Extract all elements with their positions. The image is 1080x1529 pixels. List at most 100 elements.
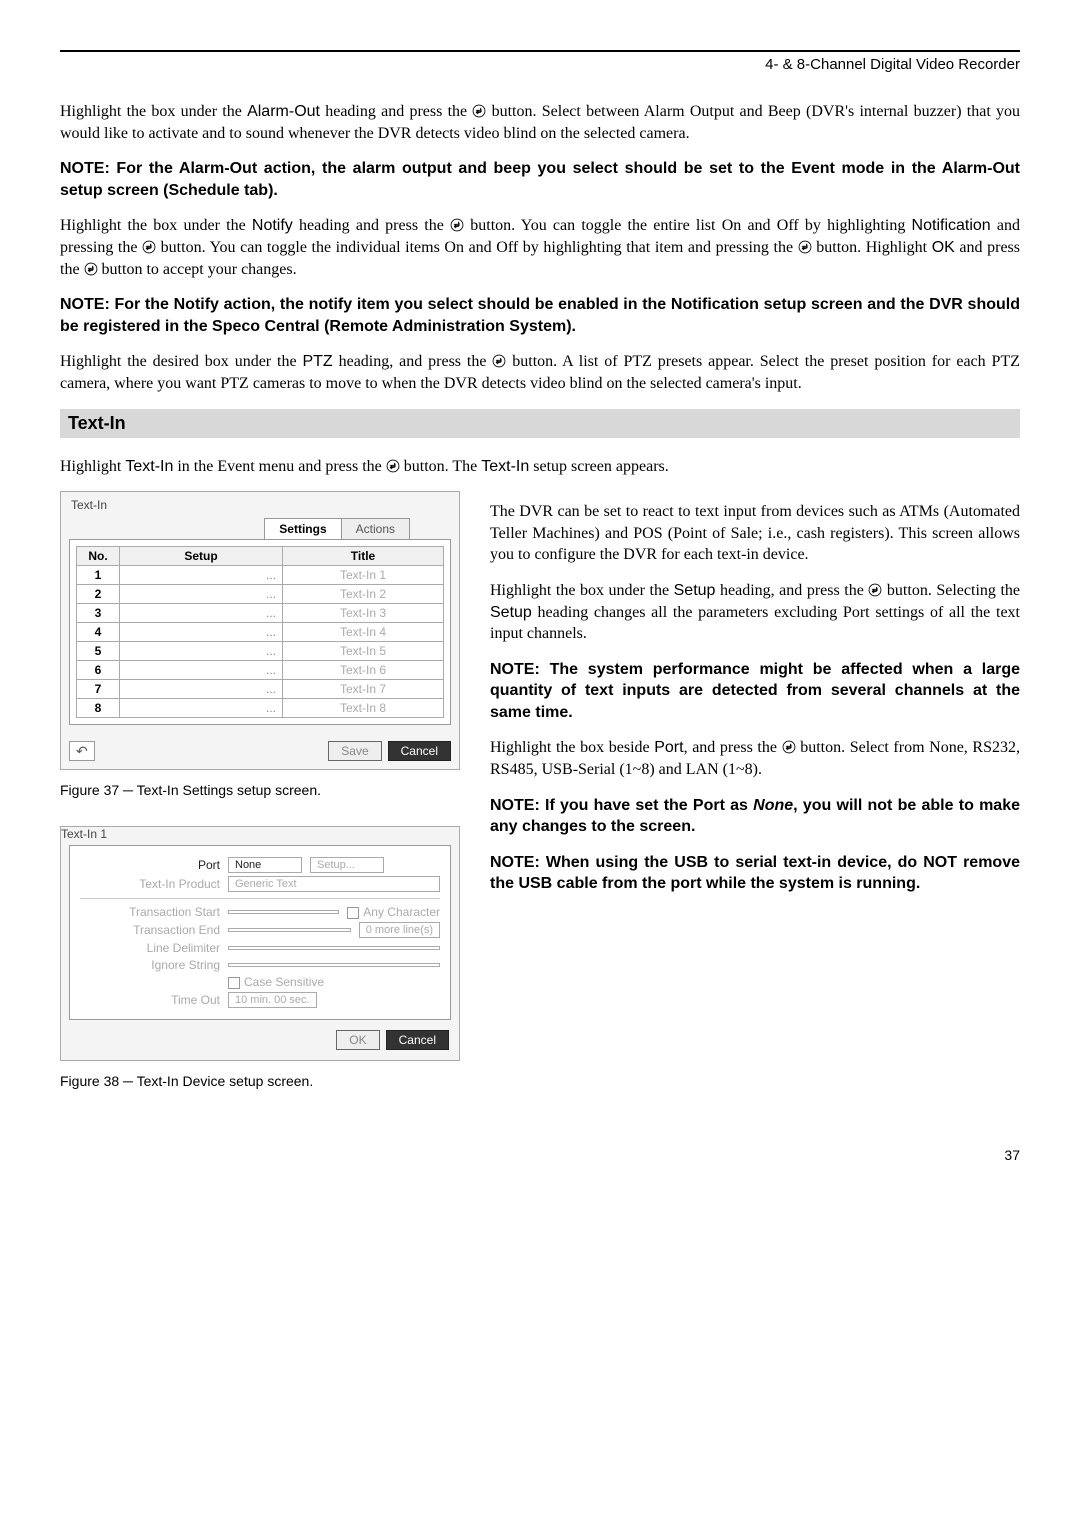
figure-38-caption: Figure 38 ─ Text-In Device setup screen. [60, 1073, 460, 1089]
transaction-start-label: Transaction Start [80, 905, 220, 919]
divider [80, 898, 440, 899]
enter-icon [868, 583, 882, 597]
row-no: 1 [77, 566, 120, 585]
row-setup[interactable]: ... [120, 585, 283, 604]
ignore-string-input[interactable] [228, 963, 440, 967]
row-setup[interactable]: ... [120, 680, 283, 699]
row-no: 4 [77, 623, 120, 642]
tab-settings[interactable]: Settings [264, 518, 341, 539]
row-setup[interactable]: ... [120, 566, 283, 585]
table-row: 6...Text-In 6 [77, 661, 444, 680]
ptz-label: PTZ [302, 353, 332, 370]
product-select[interactable]: Generic Text [228, 876, 440, 892]
row-title[interactable]: Text-In 2 [283, 585, 444, 604]
note-performance: NOTE: The system performance might be af… [490, 659, 1020, 724]
product-label: Text-In Product [80, 877, 220, 891]
cancel-button[interactable]: Cancel [388, 741, 451, 761]
row-setup[interactable]: ... [120, 661, 283, 680]
text: button. The [400, 458, 481, 475]
paragraph-dvr-react: The DVR can be set to react to text inpu… [490, 501, 1020, 566]
ok-button[interactable]: OK [336, 1030, 379, 1050]
paragraph-ptz: Highlight the desired box under the PTZ … [60, 351, 1020, 394]
port-select[interactable]: None [228, 857, 302, 873]
table-row: 2...Text-In 2 [77, 585, 444, 604]
paragraph-notify: Highlight the box under the Notify headi… [60, 215, 1020, 280]
row-title[interactable]: Text-In 6 [283, 661, 444, 680]
tab-actions[interactable]: Actions [341, 518, 410, 539]
transaction-start-input[interactable] [228, 910, 339, 914]
text-in-label: Text-In [125, 458, 173, 475]
text: NOTE: If you have set the Port as [490, 797, 753, 814]
row-setup[interactable]: ... [120, 699, 283, 718]
row-title[interactable]: Text-In 4 [283, 623, 444, 642]
none-italic: None [753, 797, 793, 814]
paragraph-alarm-out: Highlight the box under the Alarm-Out he… [60, 101, 1020, 144]
enter-icon [492, 354, 506, 368]
ok-label: OK [932, 239, 955, 256]
setup-label: Setup [490, 604, 532, 621]
textin-settings-screenshot: Text-In Settings Actions No. Setup Title [60, 491, 460, 770]
paragraph-port: Highlight the box beside Port, and press… [490, 737, 1020, 780]
timeout-label: Time Out [80, 993, 220, 1007]
any-character-checkbox[interactable] [347, 907, 359, 919]
text: button to accept your changes. [98, 261, 297, 278]
table-row: 7...Text-In 7 [77, 680, 444, 699]
header-rule [60, 50, 1020, 52]
setup-button[interactable]: Setup... [310, 857, 384, 873]
col-setup[interactable]: Setup [120, 547, 283, 566]
row-no: 2 [77, 585, 120, 604]
case-sensitive-checkbox[interactable] [228, 977, 240, 989]
any-character-label: Any Character [363, 905, 440, 919]
row-no: 7 [77, 680, 120, 699]
col-title: Title [283, 547, 444, 566]
row-title[interactable]: Text-In 3 [283, 604, 444, 623]
text: in the Event menu and press the [173, 458, 385, 475]
text: heading changes all the parameters exclu… [490, 604, 1020, 643]
note-notify: NOTE: For the Notify action, the notify … [60, 294, 1020, 337]
text: Highlight the box under the [490, 582, 674, 599]
section-heading-text-in: Text-In [60, 409, 1020, 438]
line-delimiter-input[interactable] [228, 946, 440, 950]
table-row: 8...Text-In 8 [77, 699, 444, 718]
enter-icon [450, 218, 464, 232]
transaction-end-label: Transaction End [80, 923, 220, 937]
enter-icon [386, 459, 400, 473]
row-no: 5 [77, 642, 120, 661]
transaction-end-input[interactable] [228, 928, 351, 932]
enter-icon [472, 104, 486, 118]
cancel-button[interactable]: Cancel [386, 1030, 449, 1050]
paragraph-setup-heading: Highlight the box under the Setup headin… [490, 580, 1020, 645]
enter-icon [84, 262, 98, 276]
back-button[interactable]: ↶ [69, 741, 95, 761]
notify-label: Notify [252, 217, 293, 234]
row-setup[interactable]: ... [120, 623, 283, 642]
row-setup[interactable]: ... [120, 642, 283, 661]
case-sensitive-label: Case Sensitive [244, 975, 324, 989]
row-no: 3 [77, 604, 120, 623]
row-title[interactable]: Text-In 8 [283, 699, 444, 718]
row-title[interactable]: Text-In 5 [283, 642, 444, 661]
note-usb-serial: NOTE: When using the USB to serial text-… [490, 852, 1020, 895]
row-setup[interactable]: ... [120, 604, 283, 623]
text: button. You can toggle the individual it… [156, 239, 798, 256]
line-delimiter-label: Line Delimiter [80, 941, 220, 955]
text: heading and press the [293, 217, 450, 234]
settings-table: No. Setup Title 1...Text-In 12...Text-In… [76, 546, 444, 718]
notification-label: Notification [912, 217, 991, 234]
text-in-label: Text-In [481, 458, 529, 475]
row-title[interactable]: Text-In 7 [283, 680, 444, 699]
doc-header-title: 4- & 8-Channel Digital Video Recorder [60, 56, 1020, 73]
enter-icon [798, 240, 812, 254]
more-lines-input[interactable]: 0 more line(s) [359, 922, 440, 938]
text: heading and press the [320, 103, 472, 120]
table-row: 4...Text-In 4 [77, 623, 444, 642]
text: setup screen appears. [529, 458, 669, 475]
port-label-inline: Port [654, 739, 683, 756]
row-no: 6 [77, 661, 120, 680]
text: heading, and press the [333, 353, 493, 370]
row-title[interactable]: Text-In 1 [283, 566, 444, 585]
alarm-out-label: Alarm-Out [247, 103, 320, 120]
enter-icon [782, 740, 796, 754]
timeout-input[interactable]: 10 min. 00 sec. [228, 992, 317, 1008]
save-button[interactable]: Save [328, 741, 381, 761]
